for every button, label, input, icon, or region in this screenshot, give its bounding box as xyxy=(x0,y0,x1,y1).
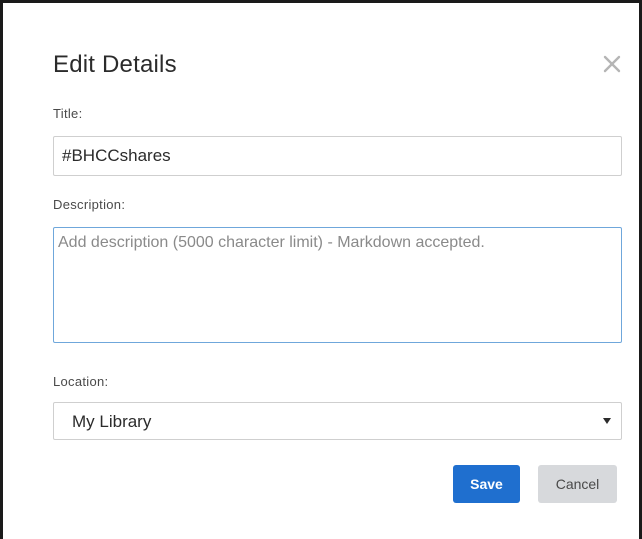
location-label: Location: xyxy=(53,374,109,389)
cancel-button[interactable]: Cancel xyxy=(538,465,617,503)
description-label: Description: xyxy=(53,197,126,212)
location-select-value: My Library xyxy=(72,412,152,431)
dialog-title: Edit Details xyxy=(53,51,177,78)
save-button[interactable]: Save xyxy=(453,465,520,503)
location-select[interactable]: My Library xyxy=(53,402,622,440)
caret-down-icon xyxy=(603,418,611,424)
edit-details-dialog: Edit Details Title: Description: Locatio… xyxy=(0,0,642,539)
description-input[interactable] xyxy=(53,227,622,343)
close-icon[interactable] xyxy=(601,53,623,75)
title-label: Title: xyxy=(53,106,83,121)
title-input[interactable] xyxy=(53,136,622,176)
